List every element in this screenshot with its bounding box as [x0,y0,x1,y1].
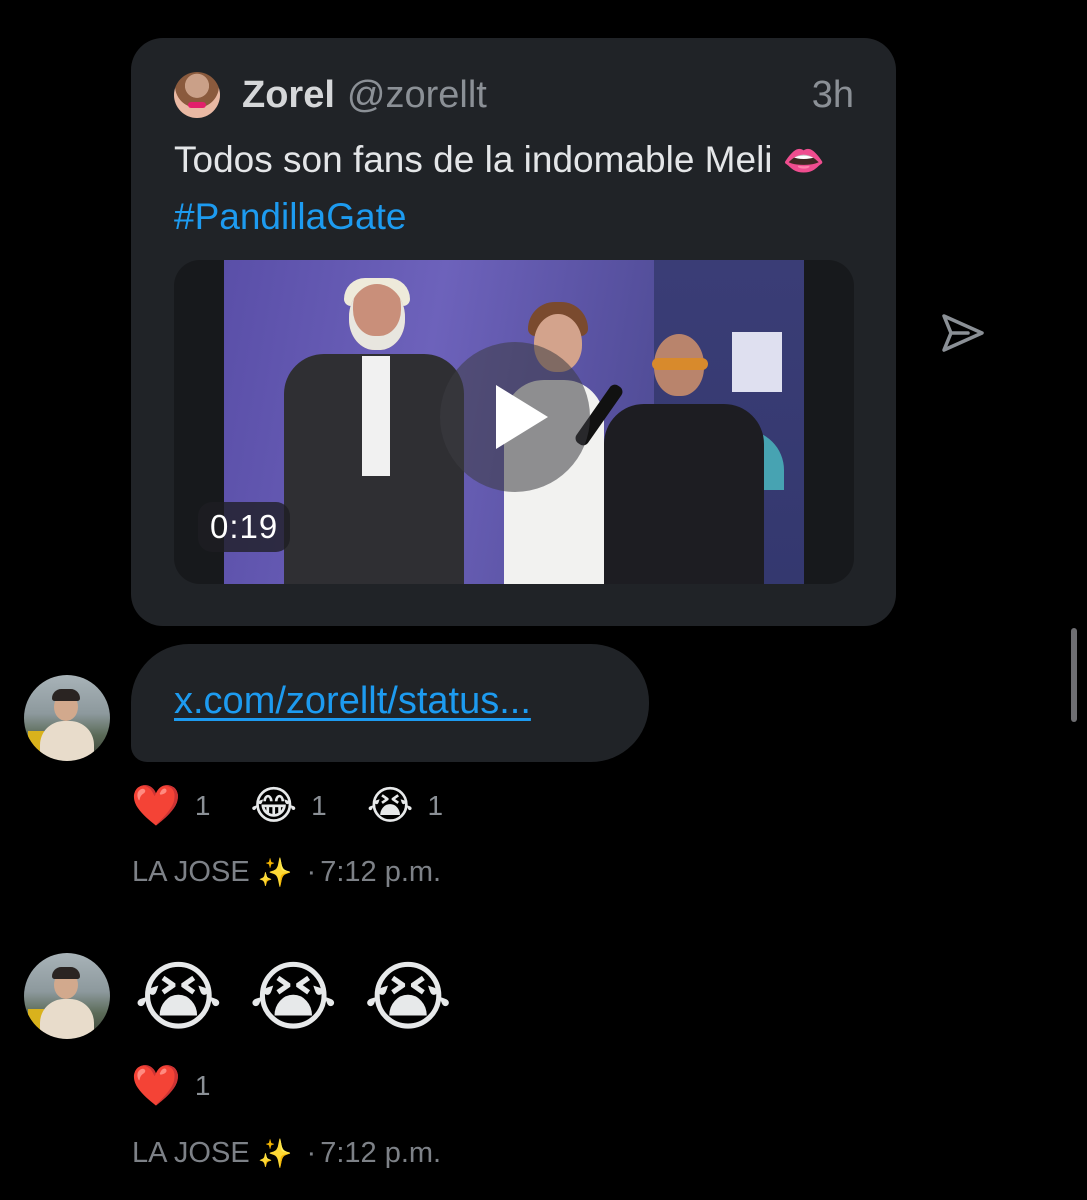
crying-emoji: 😭 [366,784,414,828]
hashtag-link[interactable]: #PandillaGate [174,196,406,237]
crying-emoji: 😭 [248,955,338,1040]
quoted-post-text: Todos son fans de la indomable Meli 👄 #P… [174,132,864,244]
play-icon[interactable] [440,342,590,492]
reaction-laugh[interactable]: 😂 1 [250,782,326,830]
reaction-heart[interactable]: ❤️ 1 [131,1062,210,1110]
post-link[interactable]: x.com/zorellt/status... [174,680,531,723]
reactions-bar: ❤️ 1 😂 1 😭 1 [131,782,483,830]
heart-emoji: ❤️ [131,1064,181,1108]
sparkles-emoji: ✨ [257,857,293,888]
message-time: 7:12 p.m. [320,1137,442,1169]
message-meta: LA JOSE ✨ · 7:12 p.m. [132,1137,442,1169]
sender-name: LA JOSE [132,1137,250,1169]
laughing-emoji: 😂 [250,784,298,828]
quoted-author-handle[interactable]: @zorellt [347,74,487,117]
sender-avatar[interactable] [24,953,110,1039]
quoted-post-time: 3h [811,73,854,116]
dm-conversation: Zorel @zorellt 3h Todos son fans de la i… [0,0,1087,1200]
sparkles-emoji: ✨ [257,1138,293,1169]
lips-emoji: 👄 [782,142,826,180]
video-duration: 0:19 [198,502,291,552]
reaction-count: 1 [194,1070,211,1101]
message-time: 7:12 p.m. [320,856,442,888]
reaction-count: 1 [194,790,211,821]
quoted-post-card[interactable]: Zorel @zorellt 3h Todos son fans de la i… [131,38,896,626]
reaction-cry[interactable]: 😭 1 [367,782,443,830]
reactions-bar: ❤️ 1 [131,1062,250,1110]
reaction-heart[interactable]: ❤️ 1 [131,782,210,830]
quoted-author-name[interactable]: Zorel [242,74,335,117]
crying-emoji: 😭 [363,955,453,1040]
crying-emoji: 😭 [134,955,223,1040]
send-icon[interactable] [938,308,988,358]
quoted-post-header: Zorel @zorellt 3h [174,70,854,120]
reaction-count: 1 [311,790,327,821]
sender-avatar[interactable] [24,675,110,761]
message-bubble[interactable]: x.com/zorellt/status... [131,644,649,762]
video-player[interactable]: 0:19 [174,260,854,584]
emoji-message[interactable]: 😭 😭 😭 [134,952,478,1044]
heart-emoji: ❤️ [131,784,181,828]
sender-name: LA JOSE [132,856,250,888]
quoted-post-body: Todos son fans de la indomable Meli [174,139,773,180]
reaction-count: 1 [427,790,444,821]
quoted-author-avatar[interactable] [174,72,220,118]
message-meta: LA JOSE ✨ · 7:12 p.m. [132,856,442,888]
scrollbar[interactable] [1071,628,1077,722]
